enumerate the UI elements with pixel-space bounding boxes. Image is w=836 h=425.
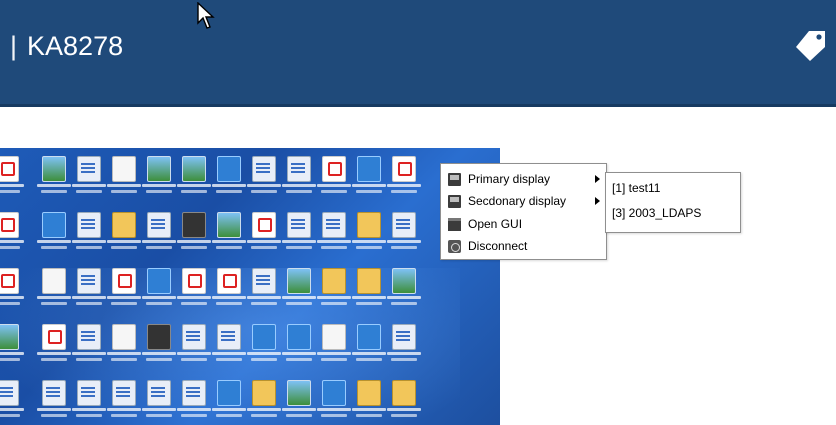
menu-item-secondary-display[interactable]: Secdonary display [441, 190, 606, 212]
menu-item-label: Open GUI [468, 217, 523, 231]
window-icon [448, 217, 461, 231]
desktop-shortcut-icon [142, 210, 176, 262]
desktop-shortcut-icon [177, 266, 211, 318]
title-group: | KA8278 [10, 31, 123, 62]
submenu-arrow-icon [595, 197, 600, 205]
desktop-shortcut-icon [352, 154, 386, 206]
desktop-shortcut-icon [352, 266, 386, 318]
desktop-shortcut-icon [212, 154, 246, 206]
menu-item-open-gui[interactable]: Open GUI [441, 213, 606, 235]
desktop-shortcut-icon [177, 322, 211, 374]
desktop-shortcut-icon [317, 322, 351, 374]
desktop-shortcut-icon [37, 210, 71, 262]
desktop-shortcut-icon [107, 210, 141, 262]
desktop-shortcut-icon [317, 378, 351, 425]
desktop-shortcut-icon [212, 322, 246, 374]
desktop-shortcut-icon [352, 378, 386, 425]
desktop-shortcut-icon [282, 378, 316, 425]
desktop-icon-grid [0, 148, 500, 425]
desktop-shortcut-icon [177, 154, 211, 206]
desktop-shortcut-icon [352, 322, 386, 374]
desktop-shortcut-icon [282, 322, 316, 374]
desktop-shortcut-icon [247, 322, 281, 374]
desktop-shortcut-icon [387, 378, 421, 425]
desktop-shortcut-icon [0, 210, 24, 262]
desktop-shortcut-icon [0, 378, 24, 425]
desktop-shortcut-icon [37, 378, 71, 425]
tag-icon[interactable] [794, 28, 828, 62]
desktop-shortcut-icon [37, 322, 71, 374]
desktop-shortcut-icon [247, 210, 281, 262]
title-separator: | [10, 31, 18, 61]
app-header: | KA8278 [0, 0, 836, 107]
desktop-shortcut-icon [37, 266, 71, 318]
monitor-icon [448, 194, 461, 208]
desktop-shortcut-icon [282, 266, 316, 318]
desktop-shortcut-icon [72, 322, 106, 374]
desktop-shortcut-icon [142, 322, 176, 374]
desktop-shortcut-icon [212, 266, 246, 318]
desktop-shortcut-icon [317, 210, 351, 262]
desktop-shortcut-icon [387, 154, 421, 206]
desktop-shortcut-icon [107, 322, 141, 374]
desktop-shortcut-icon [72, 266, 106, 318]
submenu-item-test11[interactable]: [1] test11 [612, 181, 660, 195]
menu-item-primary-display[interactable]: Primary display [441, 168, 606, 190]
desktop-shortcut-icon [142, 266, 176, 318]
desktop-shortcut-icon [107, 378, 141, 425]
menu-item-disconnect[interactable]: Disconnect [441, 235, 606, 257]
desktop-shortcut-icon [142, 154, 176, 206]
header-divider [0, 104, 836, 107]
desktop-shortcut-icon [72, 378, 106, 425]
desktop-shortcut-icon [72, 210, 106, 262]
submenu-item-2003-ldaps[interactable]: [3] 2003_LDAPS [612, 206, 701, 220]
desktop-shortcut-icon [317, 266, 351, 318]
desktop-shortcut-icon [247, 378, 281, 425]
desktop-shortcut-icon [177, 210, 211, 262]
desktop-shortcut-icon [247, 266, 281, 318]
remote-desktop-preview[interactable] [0, 148, 500, 425]
desktop-shortcut-icon [247, 154, 281, 206]
desktop-shortcut-icon [212, 378, 246, 425]
desktop-shortcut-icon [0, 154, 24, 206]
desktop-shortcut-icon [177, 378, 211, 425]
desktop-shortcut-icon [282, 210, 316, 262]
desktop-shortcut-icon [352, 210, 386, 262]
menu-item-label: Primary display [468, 172, 551, 186]
disconnect-icon [448, 239, 461, 253]
desktop-shortcut-icon [0, 322, 24, 374]
menu-item-label: Secdonary display [468, 194, 567, 208]
context-menu: Primary display Secdonary display Open G… [440, 163, 607, 260]
desktop-shortcut-icon [142, 378, 176, 425]
desktop-shortcut-icon [282, 154, 316, 206]
display-submenu: [1] test11 [3] 2003_LDAPS [605, 172, 741, 233]
desktop-shortcut-icon [37, 154, 71, 206]
desktop-shortcut-icon [387, 210, 421, 262]
menu-item-label: Disconnect [468, 239, 528, 253]
desktop-shortcut-icon [107, 154, 141, 206]
submenu-arrow-icon [595, 175, 600, 183]
monitor-icon [448, 172, 461, 186]
desktop-shortcut-icon [317, 154, 351, 206]
page-title: KA8278 [27, 31, 124, 61]
desktop-shortcut-icon [212, 210, 246, 262]
desktop-shortcut-icon [387, 266, 421, 318]
desktop-shortcut-icon [387, 322, 421, 374]
desktop-shortcut-icon [72, 154, 106, 206]
mouse-cursor-icon [197, 2, 215, 29]
desktop-shortcut-icon [107, 266, 141, 318]
desktop-shortcut-icon [0, 266, 24, 318]
